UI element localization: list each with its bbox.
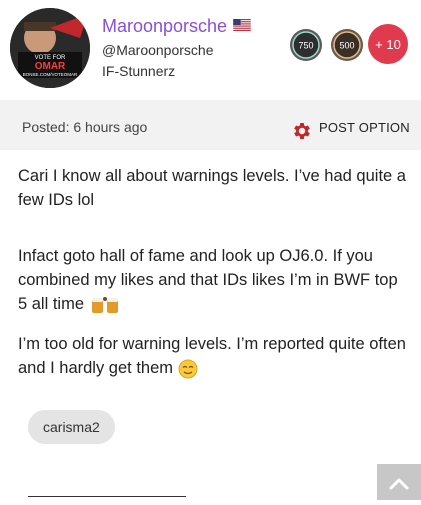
username-link[interactable]: Maroonporsche xyxy=(102,16,227,36)
avatar-text-2: OMAR xyxy=(35,61,66,72)
badge-500-label: 500 xyxy=(339,41,354,51)
chevron-up-icon xyxy=(389,478,409,490)
scroll-to-top-button[interactable] xyxy=(377,464,421,500)
user-team[interactable]: IF-Stunnerz xyxy=(102,63,175,79)
post-meta-bar: Posted: 6 hours ago POST OPTION xyxy=(0,100,421,150)
post-option-button[interactable]: POST OPTION xyxy=(319,120,410,135)
avatar-text-3: BONSE.COM/VOTEOMAR xyxy=(23,72,78,77)
user-handle: @Maroonporsche xyxy=(102,42,214,58)
more-badges-button[interactable]: + 10 xyxy=(368,24,408,64)
badge-500-icon[interactable]: 500 xyxy=(330,28,364,62)
posted-time: Posted: 6 hours ago xyxy=(22,119,148,135)
relieved-face-icon xyxy=(178,359,198,379)
us-flag-icon xyxy=(233,19,251,32)
avatar[interactable]: VOTE FOR OMAR BONSE.COM/VOTEOMAR xyxy=(10,8,90,88)
badge-750-label: 750 xyxy=(298,41,313,51)
post-paragraph-2: Infact goto hall of fame and look up OJ6… xyxy=(18,247,398,313)
post-body: Cari I know all about warnings levels. I… xyxy=(0,150,421,500)
badge-750-icon[interactable]: 750 xyxy=(289,28,323,62)
post-paragraph-1: Cari I know all about warnings levels. I… xyxy=(18,167,406,209)
username-line: Maroonporsche xyxy=(102,16,251,37)
tag-chip[interactable]: carisma2 xyxy=(28,410,115,444)
post-paragraph-3: I’m too old for warning levels. I’m repo… xyxy=(18,335,406,379)
beer-cheers-icon xyxy=(91,296,118,313)
gear-icon[interactable] xyxy=(291,120,313,142)
post-header: VOTE FOR OMAR BONSE.COM/VOTEOMAR Maroonp… xyxy=(0,0,421,100)
divider xyxy=(28,496,186,497)
